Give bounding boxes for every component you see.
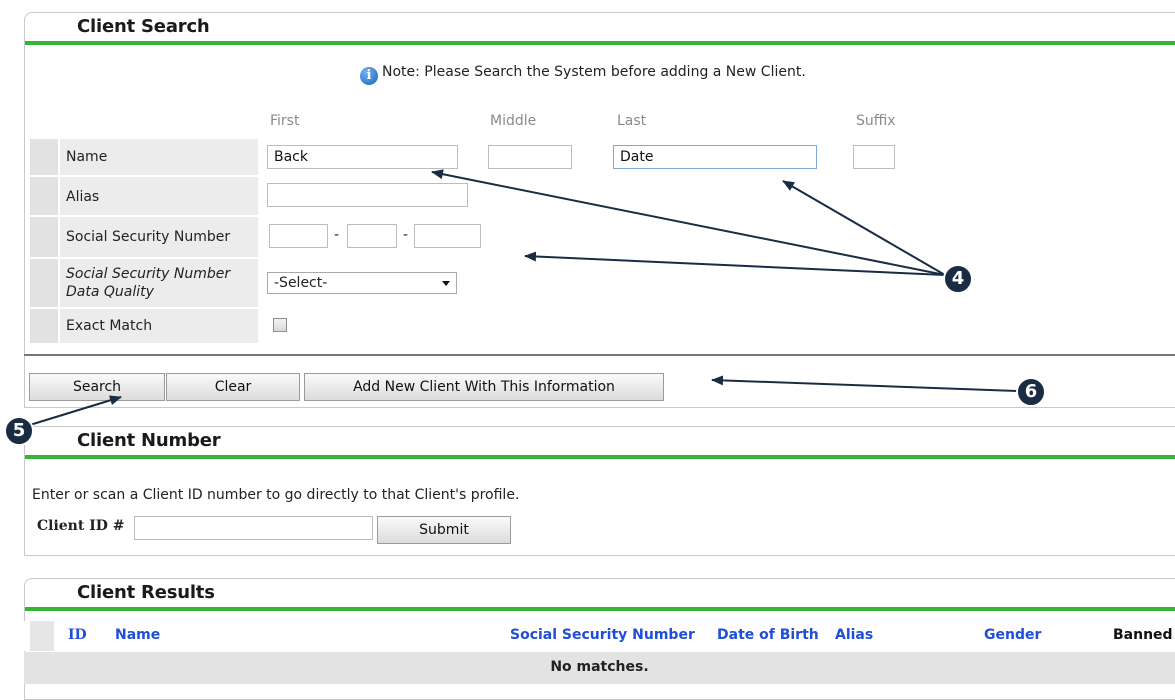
callout-6: 6 [1016, 377, 1046, 407]
arrow-to-ssn [524, 251, 946, 276]
annotation-arrows [19, 169, 1019, 429]
arrow-to-search [19, 395, 122, 429]
callout-5: 5 [4, 416, 34, 446]
callout-4: 4 [943, 264, 973, 294]
arrow-to-add-new [711, 375, 1019, 392]
arrow-to-last-name [782, 180, 946, 276]
arrow-to-first-name [431, 169, 946, 276]
